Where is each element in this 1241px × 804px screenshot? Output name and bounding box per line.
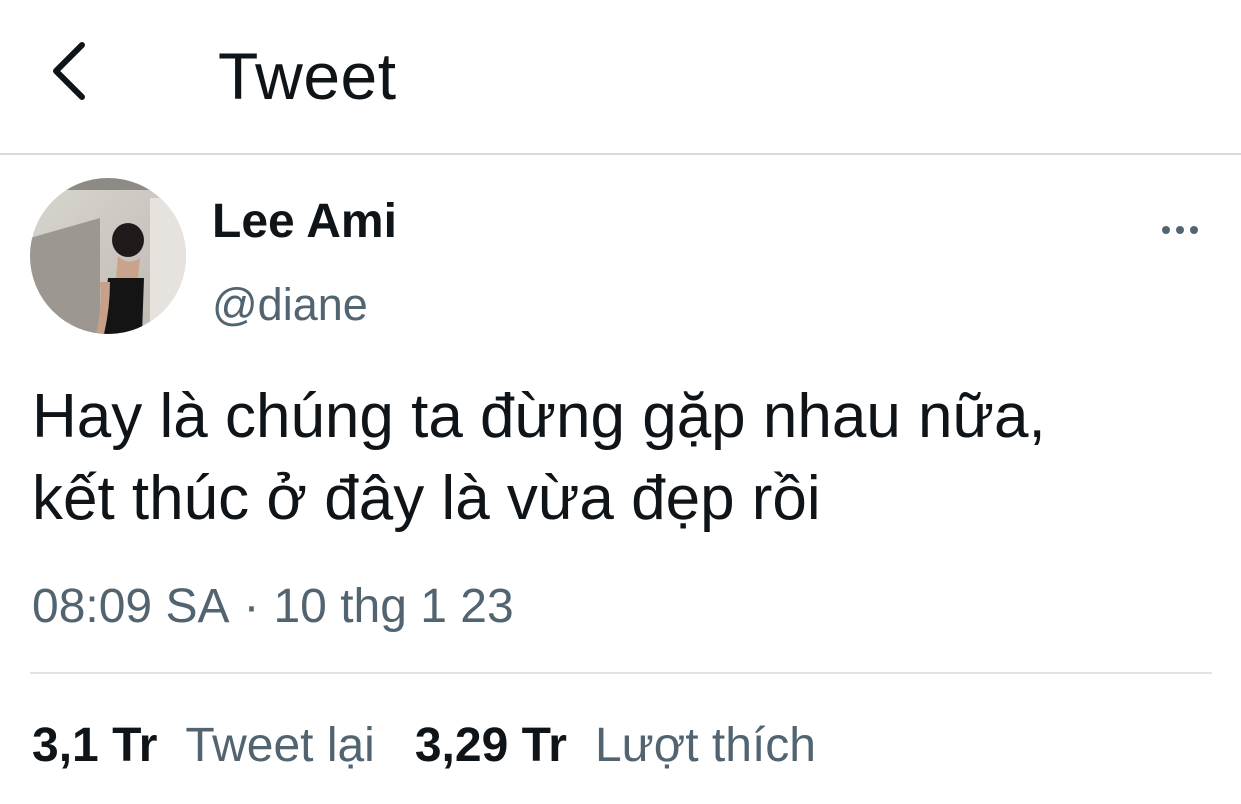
like-stat[interactable]: 3,29 Tr Lượt thích <box>415 716 816 776</box>
tweet-text-line: kết thúc ở đây là vừa đẹp rồi <box>32 464 821 533</box>
retweet-label: Tweet lại <box>185 719 375 772</box>
more-options-button[interactable] <box>1150 212 1210 248</box>
page-title: Tweet <box>218 39 397 113</box>
tweet-time: 08:09 SA <box>32 580 230 633</box>
author-display-name[interactable]: Lee Ami <box>212 194 397 250</box>
retweet-count: 3,1 Tr <box>32 719 158 772</box>
avatar[interactable] <box>30 178 186 334</box>
timestamp-separator: · <box>243 580 260 633</box>
tweet-timestamp[interactable]: 08:09 SA · 10 thg 1 23 <box>32 578 514 636</box>
more-horizontal-icon <box>1162 226 1198 234</box>
author-handle[interactable]: @diane <box>212 278 368 332</box>
tweet-date: 10 thg 1 23 <box>273 580 514 633</box>
retweet-stat[interactable]: 3,1 Tr Tweet lại <box>32 716 375 776</box>
tweet-detail-screen: Tweet Lee Ami @diane Hay là chúng ta đừn… <box>0 0 1241 804</box>
tweet-text-line: Hay là chúng ta đừng gặp nhau nữa, <box>32 382 1046 451</box>
like-count: 3,29 Tr <box>414 719 567 772</box>
engagement-stats: 3,1 Tr Tweet lại 3,29 Tr Lượt thích <box>32 716 856 780</box>
like-label: Lượt thích <box>594 719 816 772</box>
tweet-text: Hay là chúng ta đừng gặp nhau nữa, kết t… <box>32 376 1212 540</box>
chevron-left-icon <box>48 39 88 108</box>
back-button[interactable] <box>38 38 98 108</box>
top-bar: Tweet <box>0 0 1241 155</box>
divider <box>30 672 1212 674</box>
